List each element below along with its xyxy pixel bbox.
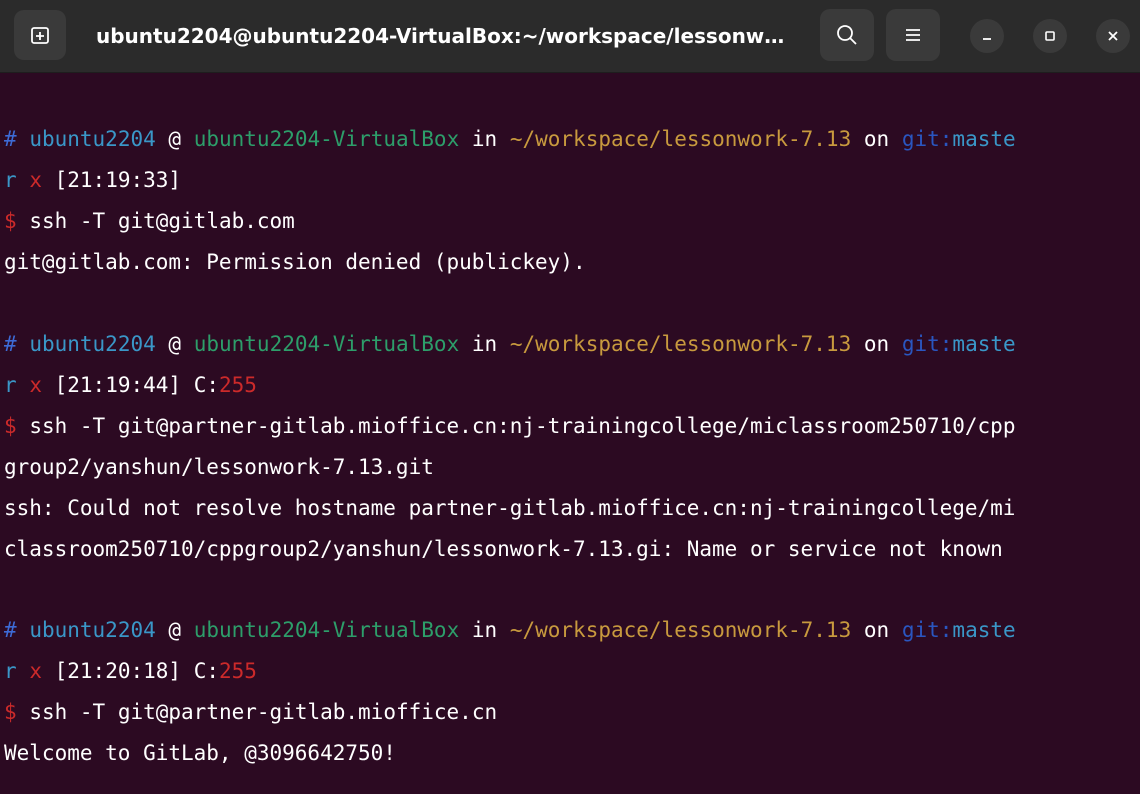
prompt-colon: : [939, 127, 953, 151]
prompt-branch-cont: r [4, 659, 17, 683]
prompt-branch-cont: r [4, 168, 17, 192]
prompt-host: ubuntu2204-VirtualBox [193, 127, 460, 151]
prompt-line: # ubuntu2204 @ ubuntu2204-VirtualBox in … [4, 610, 1016, 651]
prompt-user: ubuntu2204 [29, 332, 156, 356]
exit-code-value: 255 [219, 659, 257, 683]
prompt-branch-cont: r [4, 373, 17, 397]
prompt-user: ubuntu2204 [29, 618, 156, 642]
command-line-cont: group2/yanshun/lessonwork-7.13.git [4, 455, 434, 479]
prompt-on: on [863, 332, 890, 356]
prompt-branch: maste [952, 332, 1016, 356]
command-line: $ ssh -T git@gitlab.com [4, 201, 295, 242]
prompt-in: in [471, 127, 498, 151]
prompt-on: on [863, 618, 890, 642]
maximize-icon [1045, 31, 1055, 41]
exit-code-value: 255 [219, 373, 257, 397]
prompt-at: @ [168, 332, 182, 356]
title-bar: ubuntu2204@ubuntu2204-VirtualBox:~/works… [0, 0, 1140, 73]
close-icon [1108, 31, 1118, 41]
prompt-line: # ubuntu2204 @ ubuntu2204-VirtualBox in … [4, 324, 1016, 365]
prompt-line-cont: r x [21:19:33] [4, 160, 181, 201]
prompt-branch: maste [952, 618, 1016, 642]
prompt-dollar: $ [4, 700, 17, 724]
output-line: git@gitlab.com: Permission denied (publi… [4, 250, 586, 274]
new-tab-button[interactable] [14, 10, 66, 60]
prompt-host: ubuntu2204-VirtualBox [193, 618, 460, 642]
prompt-dollar: $ [4, 209, 17, 233]
prompt-hash: # [4, 618, 17, 642]
command-text: ssh -T git@gitlab.com [29, 209, 295, 233]
prompt-at: @ [168, 618, 182, 642]
prompt-dirty-mark: x [29, 168, 42, 192]
hamburger-menu-icon [906, 29, 920, 41]
search-button[interactable] [820, 9, 874, 61]
exit-code-label: C: [193, 373, 220, 397]
command-text: ssh -T git@partner-gitlab.mioffice.cn:nj… [29, 414, 1016, 438]
output-line: Welcome to GitLab, @3096642750! [4, 741, 396, 765]
menu-button[interactable] [886, 9, 940, 61]
prompt-git: git [901, 332, 940, 356]
prompt-line-cont: r x [21:19:44] C:255 [4, 365, 257, 406]
output-line: ssh: Could not resolve hostname partner-… [4, 496, 1016, 520]
maximize-button[interactable] [1033, 19, 1067, 53]
prompt-on: on [863, 127, 890, 151]
search-icon [837, 25, 857, 45]
terminal-output[interactable]: # ubuntu2204 @ ubuntu2204-VirtualBox in … [0, 73, 1140, 794]
prompt-time: [21:19:33] [54, 168, 182, 192]
output-line: classroom250710/cppgroup2/yanshun/lesson… [4, 537, 1003, 561]
new-tab-icon [31, 26, 49, 44]
prompt-in: in [471, 618, 498, 642]
minimize-button[interactable] [970, 19, 1004, 53]
close-button[interactable] [1096, 19, 1130, 53]
prompt-colon: : [939, 618, 953, 642]
command-line: $ ssh -T git@partner-gitlab.mioffice.cn [4, 692, 497, 733]
prompt-dollar: $ [4, 414, 17, 438]
prompt-in: in [471, 332, 498, 356]
minimize-icon [983, 38, 991, 40]
prompt-colon: : [939, 332, 953, 356]
prompt-time: [21:19:44] [54, 373, 182, 397]
command-line: $ ssh -T git@partner-gitlab.mioffice.cn:… [4, 406, 1015, 447]
prompt-git: git [901, 127, 940, 151]
prompt-at: @ [168, 127, 182, 151]
command-text: ssh -T git@partner-gitlab.mioffice.cn [29, 700, 498, 724]
prompt-time: [21:20:18] [54, 659, 182, 683]
prompt-path: ~/workspace/lessonwork-7.13 [509, 127, 852, 151]
prompt-host: ubuntu2204-VirtualBox [193, 332, 460, 356]
prompt-hash: # [4, 127, 17, 151]
prompt-dirty-mark: x [29, 659, 42, 683]
window-title: ubuntu2204@ubuntu2204-VirtualBox:~/works… [96, 24, 796, 48]
prompt-branch: maste [952, 127, 1016, 151]
prompt-line-cont: r x [21:20:18] C:255 [4, 651, 257, 692]
prompt-user: ubuntu2204 [29, 127, 156, 151]
exit-code-label: C: [193, 659, 220, 683]
prompt-path: ~/workspace/lessonwork-7.13 [509, 618, 852, 642]
prompt-git: git [901, 618, 940, 642]
prompt-line: # ubuntu2204 @ ubuntu2204-VirtualBox in … [4, 119, 1016, 160]
prompt-path: ~/workspace/lessonwork-7.13 [509, 332, 852, 356]
prompt-hash: # [4, 332, 17, 356]
terminal-window: ubuntu2204 @ ubuntu2204-VirtualBox: ~/works… [0, 0, 1140, 794]
prompt-dirty-mark: x [29, 373, 42, 397]
